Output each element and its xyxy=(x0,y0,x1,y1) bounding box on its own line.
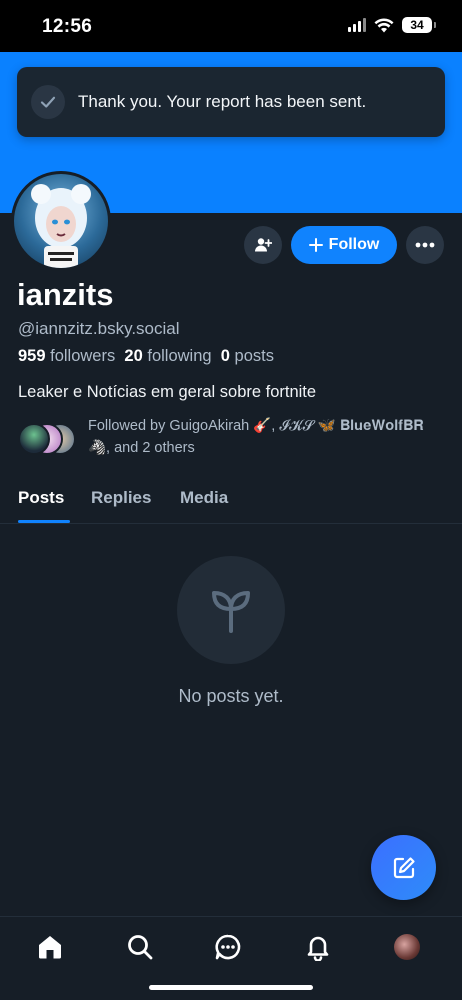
nav-chat[interactable] xyxy=(212,931,244,963)
bell-icon xyxy=(307,936,329,961)
signal-icon xyxy=(348,18,366,32)
compose-icon xyxy=(393,856,415,878)
followers-label: followers xyxy=(50,347,116,365)
follower-avatar xyxy=(18,423,50,455)
plus-icon xyxy=(308,238,323,252)
toast-message: Thank you. Your report has been sent. xyxy=(78,92,367,111)
tab-replies[interactable]: Replies xyxy=(91,488,151,508)
report-sent-toast[interactable]: Thank you. Your report has been sent. xyxy=(17,67,445,137)
followed-by-text: Followed by GuigoAkirah 🎸, 𝓘𝓚𝓢 🦋 𝐁𝐥𝐮𝐞𝐖𝐨𝐥… xyxy=(88,418,424,456)
ellipsis-icon xyxy=(415,242,435,248)
followers-link[interactable]: 959 followers xyxy=(18,347,115,365)
profile-avatar[interactable] xyxy=(11,171,111,271)
search-icon xyxy=(128,935,153,960)
nav-notifications[interactable] xyxy=(302,931,334,963)
display-name: ianzits xyxy=(17,277,114,312)
active-tab-indicator xyxy=(18,520,70,523)
tab-posts[interactable]: Posts xyxy=(18,488,64,508)
posts-label: posts xyxy=(234,347,274,365)
home-indicator xyxy=(149,985,313,990)
known-follower-avatars xyxy=(18,423,78,455)
add-to-list-button[interactable] xyxy=(244,226,282,264)
known-followers[interactable]: Followed by GuigoAkirah 🎸, 𝓘𝓚𝓢 🦋 𝐁𝐥𝐮𝐞𝐖𝐨𝐥… xyxy=(18,413,448,463)
profile-avatar-thumb xyxy=(394,934,420,960)
empty-feed-icon xyxy=(177,556,285,664)
status-bar: 12:56 34 xyxy=(0,0,462,52)
compose-post-button[interactable] xyxy=(371,835,436,900)
posts-count: 0 xyxy=(220,347,230,365)
profile-handle: @iannzitz.bsky.social xyxy=(18,319,180,338)
follow-button[interactable]: Follow xyxy=(291,226,397,264)
profile-tabs: Posts Replies Media xyxy=(0,478,462,524)
empty-feed-message: No posts yet. xyxy=(178,686,284,706)
chat-icon xyxy=(215,934,241,960)
follow-label: Follow xyxy=(328,236,380,253)
person-plus-icon xyxy=(255,238,272,252)
following-count: 20 xyxy=(124,347,143,365)
more-options-button[interactable] xyxy=(406,226,444,264)
battery-icon: 34 xyxy=(402,17,436,33)
profile-stats: 959 followers 20 following 0 posts xyxy=(18,347,274,366)
nav-profile[interactable] xyxy=(391,931,423,963)
profile-bio: Leaker e Notícias em geral sobre fortnit… xyxy=(18,383,317,401)
home-icon xyxy=(39,936,61,959)
wifi-icon xyxy=(374,17,394,32)
nav-search[interactable] xyxy=(124,931,156,963)
followers-count: 959 xyxy=(18,347,46,365)
following-link[interactable]: 20 following xyxy=(124,347,211,365)
tab-media[interactable]: Media xyxy=(180,488,228,508)
posts-stat: 0 posts xyxy=(221,347,274,365)
status-time: 12:56 xyxy=(42,16,93,37)
seedling-icon xyxy=(212,591,250,633)
nav-home[interactable] xyxy=(34,931,66,963)
following-label: following xyxy=(147,347,212,365)
status-icons: 34 xyxy=(348,17,436,33)
avatar-illustration xyxy=(31,184,91,268)
check-icon xyxy=(31,85,65,119)
